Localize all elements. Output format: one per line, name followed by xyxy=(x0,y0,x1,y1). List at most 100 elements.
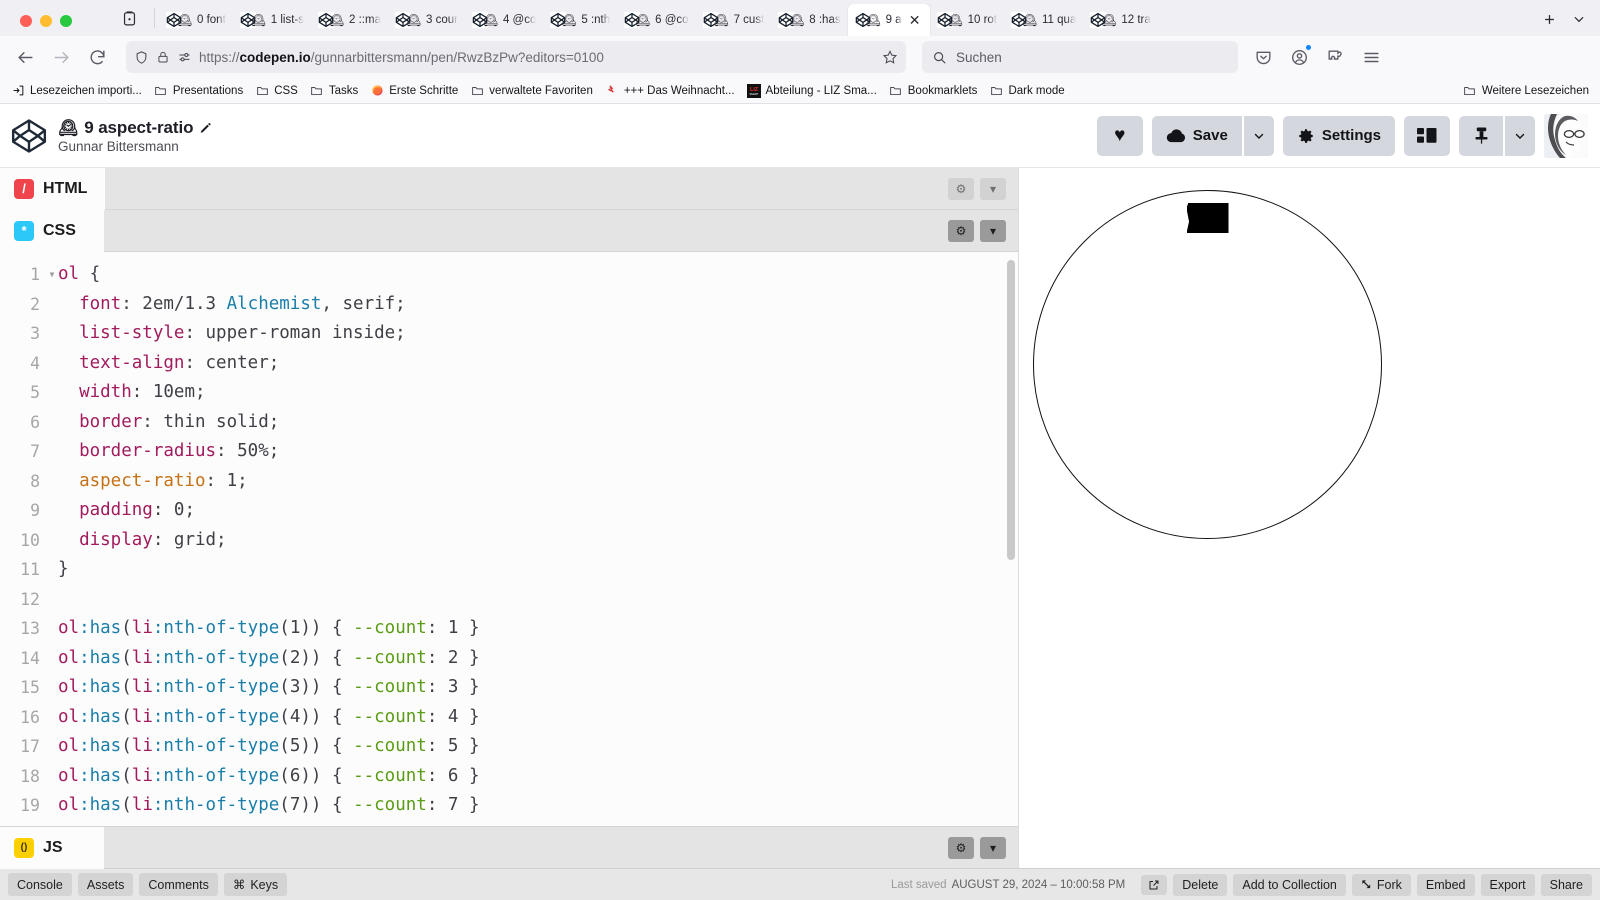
bookmark-item[interactable]: CSS xyxy=(250,81,303,101)
fold-toggle-icon[interactable] xyxy=(46,644,58,674)
pin-options-button[interactable] xyxy=(1505,115,1535,156)
code-line[interactable]: 13 ol:has(li:nth-of-type(1)) { --count: 1… xyxy=(0,614,1018,644)
pencil-icon[interactable] xyxy=(199,121,212,134)
code-line[interactable]: 5 width: 10em; xyxy=(0,378,1018,408)
close-window-button[interactable] xyxy=(20,15,32,27)
gear-icon[interactable]: ⚙ xyxy=(948,177,974,200)
url-text[interactable]: https://codepen.io/gunnarbittersmann/pen… xyxy=(199,50,875,65)
back-arrow-icon[interactable] xyxy=(8,41,42,73)
browser-tab[interactable]: 🕰 0 font xyxy=(159,4,233,36)
tab-html[interactable]: / HTML xyxy=(0,167,106,210)
code-line[interactable]: 15 ol:has(li:nth-of-type(3)) { --count: 3… xyxy=(0,673,1018,703)
save-options-button[interactable] xyxy=(1243,115,1274,156)
save-to-pocket-icon[interactable] xyxy=(1246,41,1280,73)
url-bar[interactable]: https://codepen.io/gunnarbittersmann/pen… xyxy=(126,41,906,73)
bottom-button[interactable]: ⌘ Keys xyxy=(223,873,288,896)
bottom-button[interactable]: Assets xyxy=(77,873,134,896)
bookmark-item-other[interactable]: Weitere Lesezeichen xyxy=(1458,81,1594,101)
bottom-button[interactable]: Console xyxy=(8,873,72,896)
browser-tab[interactable]: 🕰 5 :nth xyxy=(543,4,617,36)
chevron-down-icon[interactable]: ▾ xyxy=(980,836,1006,859)
code-line[interactable]: 6 border: thin solid; xyxy=(0,408,1018,438)
bookmark-item[interactable]: LIZ SMART Abteilung - LIZ Sma... xyxy=(742,81,882,101)
bookmark-item[interactable]: +++ Das Weihnacht... xyxy=(600,81,740,101)
code-line[interactable]: 18 ol:has(li:nth-of-type(6)) { --count: 6… xyxy=(0,762,1018,792)
bookmark-item[interactable]: verwaltete Favoriten xyxy=(465,81,598,101)
code-line[interactable]: 8 aspect-ratio: 1; xyxy=(0,467,1018,497)
code-line[interactable]: 16 ol:has(li:nth-of-type(4)) { --count: 4… xyxy=(0,703,1018,733)
fold-toggle-icon[interactable] xyxy=(46,437,58,467)
fold-toggle-icon[interactable] xyxy=(46,526,58,556)
search-input[interactable]: Suchen xyxy=(956,50,1002,65)
codepen-logo-icon[interactable] xyxy=(10,117,48,155)
code-line[interactable]: 7 border-radius: 50%; xyxy=(0,437,1018,467)
pin-button[interactable] xyxy=(1459,115,1503,156)
fold-toggle-icon[interactable] xyxy=(46,791,58,821)
lock-icon[interactable] xyxy=(156,50,170,64)
preview-pane[interactable] xyxy=(1018,168,1600,868)
search-bar[interactable]: Suchen xyxy=(922,41,1238,73)
app-menu-icon[interactable] xyxy=(1354,41,1388,73)
pen-title-text[interactable]: 9 aspect-ratio xyxy=(84,118,193,138)
maximize-window-button[interactable] xyxy=(60,15,72,27)
fold-toggle-icon[interactable] xyxy=(46,290,58,320)
bookmark-item[interactable]: Bookmarklets xyxy=(884,81,983,101)
code-lines[interactable]: 1 ▾ ol {2 font: 2em/1.3 Alchemist, serif; 3… xyxy=(0,252,1018,821)
css-code-editor[interactable]: 1 ▾ ol {2 font: 2em/1.3 Alchemist, serif; 3… xyxy=(0,252,1018,826)
fold-toggle-icon[interactable] xyxy=(46,614,58,644)
fold-toggle-icon[interactable] xyxy=(46,496,58,526)
code-line[interactable]: 11} xyxy=(0,555,1018,585)
close-icon[interactable]: ✕ xyxy=(907,12,923,28)
chevron-down-icon[interactable]: ▾ xyxy=(980,219,1006,242)
bookmark-item[interactable]: Dark mode xyxy=(984,81,1069,101)
open-in-new-tab-button[interactable] xyxy=(1141,874,1168,895)
bottom-button[interactable]: Add to Collection xyxy=(1233,873,1346,896)
bottom-button[interactable]: Share xyxy=(1540,873,1592,896)
reload-icon[interactable] xyxy=(80,41,114,73)
tab-js[interactable]: () JS xyxy=(0,826,104,869)
fold-toggle-icon[interactable] xyxy=(46,762,58,792)
bottom-button[interactable]: Delete xyxy=(1173,873,1228,896)
code-line[interactable]: 12 xyxy=(0,585,1018,615)
bookmark-item[interactable]: Tasks xyxy=(305,81,363,101)
tab-css[interactable]: * CSS xyxy=(0,209,104,252)
minimize-window-button[interactable] xyxy=(40,15,52,27)
fold-toggle-icon[interactable] xyxy=(46,467,58,497)
list-all-tabs-button[interactable] xyxy=(1564,4,1594,34)
forward-arrow-icon[interactable] xyxy=(44,41,78,73)
new-tab-button[interactable] xyxy=(1534,4,1564,34)
browser-tab[interactable]: 🕰 7 cust xyxy=(696,4,772,36)
code-line[interactable]: 17 ol:has(li:nth-of-type(5)) { --count: 5… xyxy=(0,732,1018,762)
fold-toggle-icon[interactable] xyxy=(46,555,58,585)
fold-toggle-icon[interactable] xyxy=(46,378,58,408)
save-button[interactable]: Save xyxy=(1151,115,1242,156)
tab-list-icon[interactable] xyxy=(112,4,146,32)
extensions-icon[interactable] xyxy=(1318,41,1352,73)
account-icon[interactable] xyxy=(1282,41,1316,73)
star-icon[interactable] xyxy=(882,49,898,65)
bottom-button[interactable]: Comments xyxy=(139,873,218,896)
fold-toggle-icon[interactable] xyxy=(46,585,58,615)
code-line[interactable]: 1 ▾ ol { xyxy=(0,260,1018,290)
fold-toggle-icon[interactable]: ▾ xyxy=(46,260,58,290)
browser-tab[interactable]: 🕰 4 @co xyxy=(465,4,543,36)
gear-icon[interactable]: ⚙ xyxy=(948,219,974,242)
browser-tab[interactable]: 🕰 11 qua xyxy=(1004,4,1083,36)
code-line[interactable]: 4 text-align: center; xyxy=(0,349,1018,379)
code-line[interactable]: 10 display: grid; xyxy=(0,526,1018,556)
browser-tab[interactable]: 🕰 10 rot xyxy=(930,4,1004,36)
pen-author[interactable]: Gunnar Bittersmann xyxy=(58,139,212,154)
fold-toggle-icon[interactable] xyxy=(46,349,58,379)
bookmark-item[interactable]: Presentations xyxy=(149,81,248,101)
bottom-button[interactable]: Embed xyxy=(1416,873,1475,896)
code-line[interactable]: 19 ol:has(li:nth-of-type(7)) { --count: 7… xyxy=(0,791,1018,821)
editor-scrollbar[interactable] xyxy=(1007,260,1015,560)
code-line[interactable]: 14 ol:has(li:nth-of-type(2)) { --count: 2… xyxy=(0,644,1018,674)
bookmark-item[interactable]: Erste Schritte xyxy=(365,81,463,101)
change-view-button[interactable] xyxy=(1404,115,1450,156)
fold-toggle-icon[interactable] xyxy=(46,703,58,733)
gear-icon[interactable]: ⚙ xyxy=(948,836,974,859)
avatar[interactable] xyxy=(1544,113,1588,158)
love-button[interactable]: ♥ xyxy=(1096,115,1143,156)
settings-button[interactable]: Settings xyxy=(1282,115,1395,156)
